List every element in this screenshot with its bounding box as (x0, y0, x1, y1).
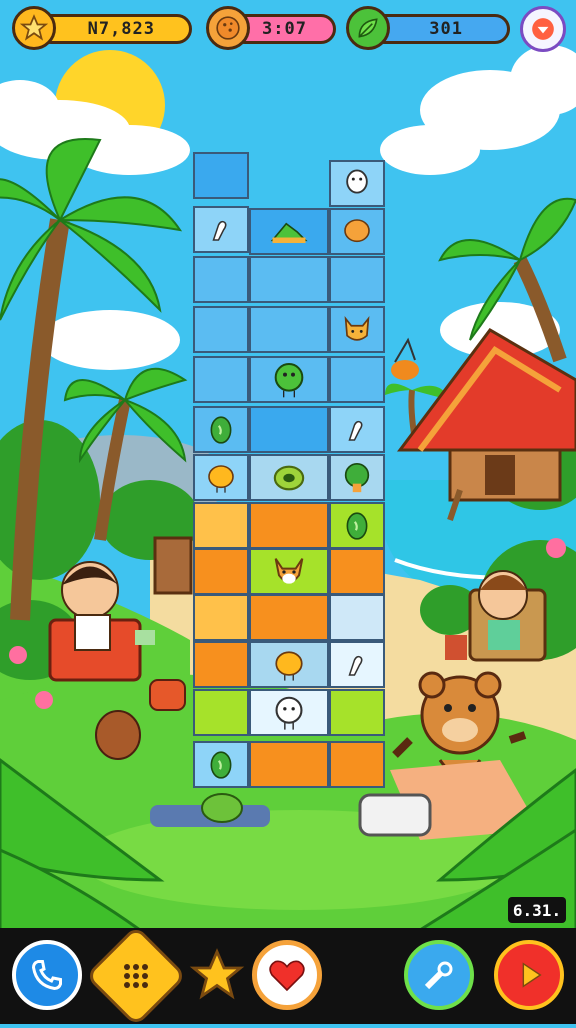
board-cell[interactable] (193, 548, 249, 595)
board-cell[interactable] (193, 689, 249, 736)
board-cell[interactable] (193, 641, 249, 688)
chick-icon (208, 464, 234, 493)
bottom-toolbar (0, 925, 576, 1027)
tools-icon[interactable] (404, 940, 474, 1010)
board-cell[interactable] (329, 594, 385, 641)
board-cell[interactable] (249, 741, 329, 788)
board-cell[interactable] (193, 206, 249, 253)
leaf-slice-icon (270, 222, 308, 243)
board-cell[interactable] (329, 160, 385, 207)
coins-value: N7,823 (87, 19, 155, 39)
board-cell[interactable] (329, 502, 385, 549)
plant-icon (344, 462, 370, 492)
board-cell[interactable] (249, 406, 329, 453)
board-cell[interactable] (193, 502, 249, 549)
phone-icon[interactable] (12, 940, 82, 1010)
coins-bar: N7,823 (36, 14, 192, 44)
board-cell[interactable] (329, 548, 385, 595)
board-cell[interactable] (249, 641, 329, 688)
board-cell[interactable] (249, 356, 329, 403)
star-coin-icon[interactable] (12, 6, 56, 50)
cookie-icon[interactable] (206, 6, 250, 50)
board-cell[interactable] (249, 256, 329, 303)
bean-icon (210, 750, 232, 779)
ghost-icon (348, 655, 363, 676)
chick-icon (275, 650, 303, 681)
board-cell[interactable] (329, 356, 385, 403)
board-cell[interactable] (193, 152, 249, 199)
food-value: 3:07 (262, 19, 307, 39)
timer-badge: 6.31. (508, 897, 566, 923)
dots-grid-icon[interactable] (85, 925, 187, 1027)
board-cell[interactable] (329, 406, 385, 453)
white-blob-icon (275, 696, 303, 730)
board-cell[interactable] (193, 406, 249, 453)
bean-icon (346, 511, 368, 540)
board-cell[interactable] (249, 548, 329, 595)
board-cell[interactable] (249, 454, 329, 501)
board-cell[interactable] (329, 256, 385, 303)
green-blob-icon (274, 362, 304, 397)
board-cell[interactable] (329, 689, 385, 736)
cat-icon (344, 315, 370, 341)
board-cell[interactable] (193, 454, 249, 501)
ghost-icon (212, 220, 227, 241)
board-cell[interactable] (329, 208, 385, 255)
board-cell[interactable] (249, 502, 329, 549)
heart-icon[interactable] (252, 940, 322, 1010)
board-cell[interactable] (249, 208, 329, 255)
board-cell[interactable] (249, 689, 329, 736)
board-cell[interactable] (249, 306, 329, 353)
board-cell[interactable] (193, 306, 249, 353)
board-cell[interactable] (329, 641, 385, 688)
play-icon[interactable] (494, 940, 564, 1010)
board-cell[interactable] (193, 741, 249, 788)
board-cell[interactable] (329, 306, 385, 353)
board-cell[interactable] (249, 594, 329, 641)
board-cell[interactable] (329, 454, 385, 501)
bean-icon (210, 415, 232, 444)
ghost-icon (346, 169, 368, 194)
board-cell[interactable] (193, 356, 249, 403)
energy-value: 301 (429, 19, 463, 39)
board-cell[interactable] (193, 256, 249, 303)
kiwi-icon (273, 465, 305, 490)
top-hud: N7,823 3:07 301 (0, 6, 576, 56)
ghost-icon (348, 420, 363, 441)
fox-icon (274, 557, 304, 584)
leaf-icon[interactable] (346, 6, 390, 50)
board-cell[interactable] (329, 741, 385, 788)
kid-in-chair (48, 561, 155, 682)
star-icon[interactable] (182, 940, 252, 1010)
board-cell[interactable] (193, 594, 249, 641)
energy-bar: 301 (370, 14, 510, 44)
down-arrow-icon[interactable] (520, 6, 566, 52)
chick-icon (344, 218, 370, 242)
